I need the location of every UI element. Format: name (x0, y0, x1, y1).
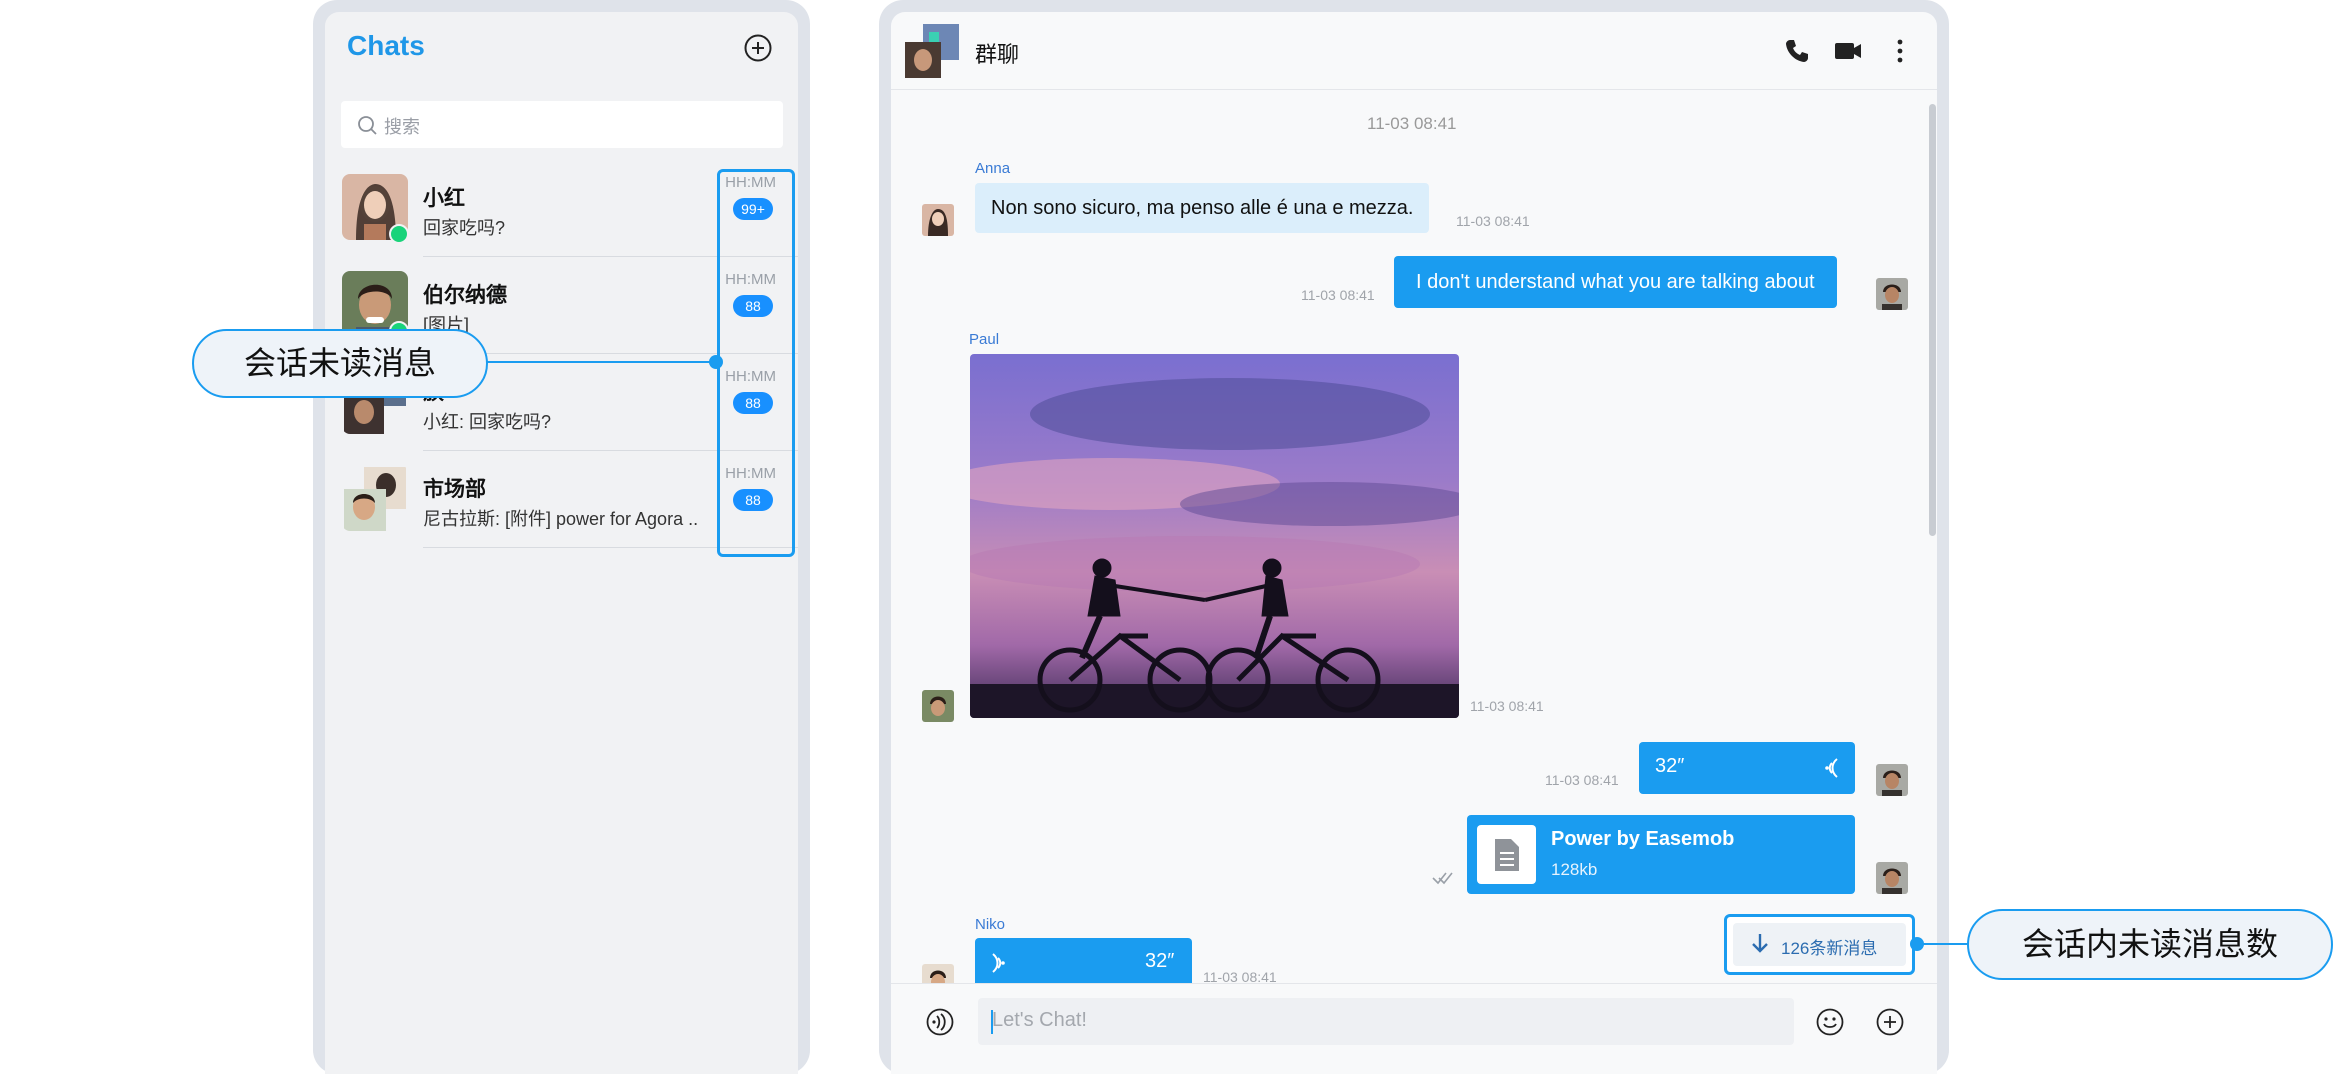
callout-in-chat-unread-count: 会话内未读消息数 (1967, 909, 2333, 980)
emoji-icon[interactable] (1815, 1007, 1845, 1037)
file-message-outgoing[interactable]: Power by Easemob 128kb (1467, 815, 1855, 894)
file-size: 128kb (1551, 860, 1598, 879)
voice-message-incoming[interactable]: 32″ (975, 938, 1192, 983)
avatar (1876, 278, 1908, 310)
conversation-name: 市场部 (423, 478, 486, 501)
image-message[interactable] (970, 354, 1459, 718)
message-time: 11-03 08:41 (1470, 698, 1544, 714)
attach-plus-icon[interactable] (1875, 1007, 1905, 1037)
message-time: 11-03 08:41 (1203, 969, 1277, 983)
header-divider (891, 89, 1937, 90)
add-chat-plus-icon[interactable] (743, 33, 773, 63)
conversation-last-message: 回家吃吗? (423, 218, 506, 238)
arrow-down-icon (1752, 934, 1768, 953)
message-bubble-outgoing[interactable]: I don't understand what you are talking … (1394, 256, 1837, 308)
conversation-last-message: 小红: 回家吃吗? (423, 412, 552, 432)
search-placeholder: 搜索 (384, 117, 420, 137)
avatar (922, 690, 954, 722)
conversation-name: 伯尔纳德 (423, 284, 507, 307)
message-time: 11-03 08:41 (1301, 287, 1375, 303)
message-time: 11-03 08:41 (1545, 772, 1619, 788)
voice-message-outgoing[interactable]: 32″ (1639, 742, 1855, 794)
avatar (922, 964, 954, 983)
callout-connector-line (486, 361, 718, 363)
new-messages-button[interactable]: 126条新消息 (1724, 914, 1915, 975)
search-icon (358, 116, 377, 135)
message-input-placeholder: Let's Chat! (992, 1009, 1087, 1031)
voice-wave-icon (992, 953, 1005, 973)
chat-list-title: Chats (347, 30, 425, 61)
unread-highlight-box (717, 169, 795, 557)
input-divider (891, 983, 1937, 984)
read-check-icon (1432, 872, 1453, 885)
voice-duration: 32″ (1145, 950, 1175, 972)
file-name: Power by Easemob (1551, 828, 1735, 850)
sender-name: Paul (969, 331, 1000, 348)
callout-connector-dot (1910, 937, 1924, 951)
sender-name: Niko (975, 916, 1006, 933)
more-options-icon[interactable] (1885, 36, 1915, 66)
phone-icon[interactable] (1782, 36, 1812, 66)
sender-name: Anna (975, 160, 1011, 177)
voice-input-icon[interactable] (925, 1007, 955, 1037)
conversation-last-message: 尼古拉斯: [附件] power for Agora .. (423, 509, 699, 529)
video-call-icon[interactable] (1833, 36, 1863, 66)
group-avatar (905, 24, 959, 78)
conversation-name: 小红 (423, 187, 465, 210)
callout-conversation-unread: 会话未读消息 (192, 329, 488, 398)
avatar (1876, 764, 1908, 796)
group-avatar (342, 465, 408, 531)
file-icon (1495, 839, 1519, 871)
new-messages-label: 126条新消息 (1781, 939, 1878, 958)
voice-duration: 32″ (1655, 755, 1685, 777)
message-bubble-incoming[interactable]: Non sono sicuro, ma penso alle é una e m… (975, 183, 1430, 233)
file-icon-box (1477, 825, 1536, 884)
voice-wave-icon (1825, 758, 1838, 778)
message-input[interactable] (978, 998, 1794, 1045)
message-timestamp: 11-03 08:41 (1367, 114, 1457, 133)
message-list-scrollbar[interactable] (1929, 104, 1936, 536)
chat-title: 群聊 (975, 42, 1020, 67)
avatar (1876, 862, 1908, 894)
message-time: 11-03 08:41 (1456, 213, 1530, 229)
avatar (922, 204, 954, 236)
callout-connector-dot (709, 355, 723, 369)
online-status-dot (389, 224, 409, 244)
